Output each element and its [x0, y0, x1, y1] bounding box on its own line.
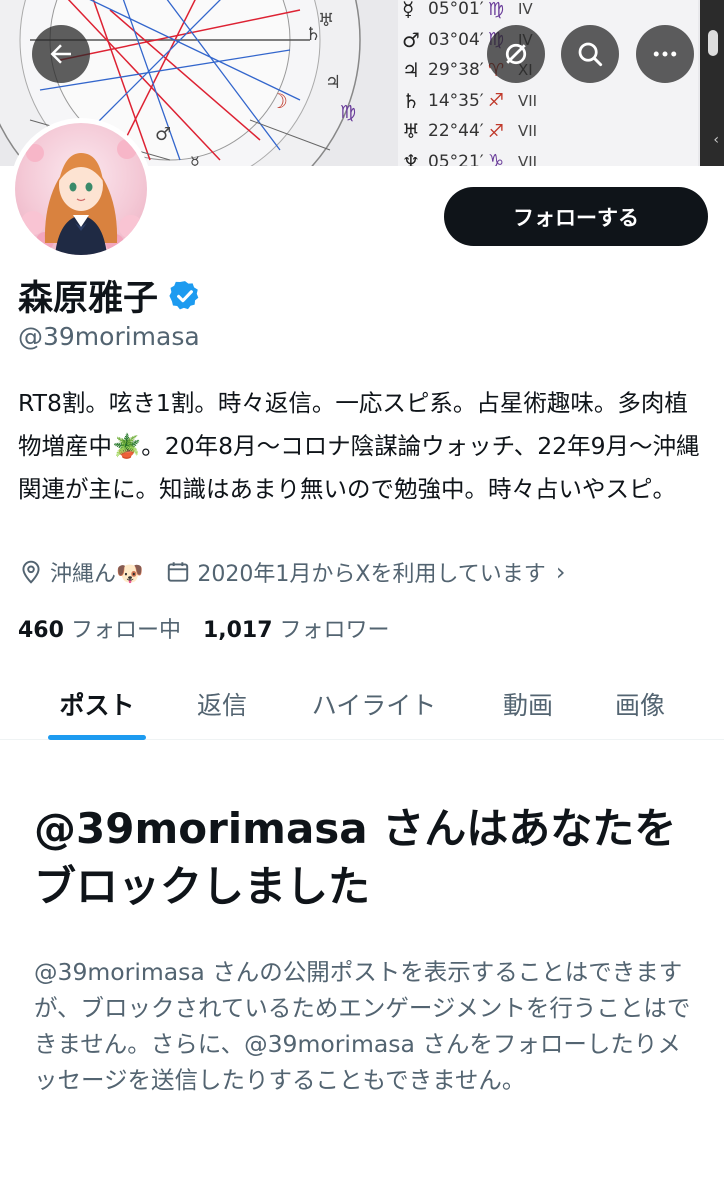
planet-symbol: ♅ — [402, 119, 420, 144]
planet-degree: 05°21′ — [428, 151, 484, 166]
planet-house: VII — [518, 152, 538, 166]
planet-degree: 14°35′ — [428, 90, 484, 111]
planet-degree: 29°38′ — [428, 60, 484, 81]
tab-label: 動画 — [502, 691, 553, 720]
following-count: 460 — [18, 618, 64, 643]
following-link[interactable]: 460 フォロー中 — [18, 612, 181, 644]
user-handle: @39morimasa — [18, 322, 200, 351]
planet-degree: 05°01′ — [428, 0, 484, 20]
profile-meta: 沖縄ん🐶 2020年1月からXを利用しています › — [18, 556, 587, 588]
chevron-right-icon: › — [555, 558, 566, 586]
tab-label: 返信 — [196, 691, 247, 720]
avatar-image — [15, 123, 147, 255]
planet-position-list: ☿05°01′♍IV♂03°04′♍IV♃29°38′♈XI♄14°35′♐VI… — [398, 0, 698, 166]
arrow-left-icon — [50, 44, 71, 64]
planet-house: VII — [518, 122, 538, 141]
search-icon — [578, 42, 603, 67]
planet-symbol: ☿ — [402, 0, 415, 22]
avatar[interactable] — [10, 118, 152, 260]
tab-videos[interactable]: 動画 — [492, 668, 564, 740]
joined-text: 2020年1月からXを利用しています — [197, 562, 546, 587]
tab-posts[interactable]: ポスト — [48, 668, 146, 740]
svg-text:☿: ☿ — [190, 153, 200, 166]
joined-item[interactable]: 2020年1月からXを利用しています › — [165, 556, 565, 588]
location-item: 沖縄ん🐶 — [18, 556, 143, 588]
location-text: 沖縄ん🐶 — [50, 562, 144, 587]
display-name: 森原雅子 — [18, 279, 159, 319]
calendar-icon — [168, 562, 189, 582]
tab-highlights[interactable]: ハイライト — [300, 668, 448, 740]
location-pin-icon — [22, 560, 40, 584]
more-icon — [653, 51, 677, 57]
profile-bio: RT8割。呟き1割。時々返信。一応スピ系。占星術趣味。多肉植物増産中🪴。20年8… — [18, 389, 700, 503]
planet-row: ♅ 22°44′ ♐ VII — [402, 116, 698, 147]
svg-text:♂: ♂ — [155, 124, 171, 145]
svg-text:♄: ♄ — [305, 24, 321, 45]
tab-label: ハイライト — [311, 691, 437, 720]
follow-button[interactable]: フォローする — [444, 187, 708, 246]
follow-stats: 460 フォロー中 1,017 フォロワー — [18, 612, 390, 644]
following-label: フォロー中 — [70, 618, 181, 643]
planet-symbol: ♆ — [402, 149, 420, 166]
zodiac-sign: ♑ — [488, 151, 505, 166]
side-panel-handle[interactable] — [708, 30, 718, 56]
tab-label: 画像 — [614, 691, 665, 720]
tab-label: ポスト — [59, 691, 135, 720]
display-name-row: 森原雅子 — [18, 270, 202, 321]
planet-symbol: ♄ — [402, 88, 420, 113]
svg-text:♍: ♍ — [340, 102, 356, 123]
planet-row: ♄ 14°35′ ♐ VII — [402, 86, 698, 117]
profile-tabs: ポスト 返信 ハイライト 動画 画像 — [0, 668, 724, 740]
more-button[interactable] — [636, 25, 694, 83]
zodiac-sign: ♐ — [488, 120, 505, 142]
planet-degree: 03°04′ — [428, 29, 484, 50]
zodiac-sign: ♍ — [488, 0, 505, 20]
planet-symbol: ♂ — [402, 27, 420, 52]
planet-symbol: ♃ — [402, 58, 420, 83]
verified-badge-icon[interactable] — [168, 279, 202, 313]
search-button[interactable] — [561, 25, 619, 83]
back-button[interactable] — [32, 25, 90, 83]
active-tab-indicator — [48, 735, 146, 740]
followers-label: フォロワー — [279, 618, 390, 643]
zodiac-sign: ♐ — [488, 90, 505, 112]
planet-row: ♆ 05°21′ ♑ VII — [402, 147, 698, 166]
planet-row: ☿ 05°01′ ♍ IV — [402, 0, 698, 25]
planet-degree: 22°44′ — [428, 121, 484, 142]
planet-house: VII — [518, 91, 538, 110]
side-panel-edge[interactable]: ‹ — [700, 0, 724, 166]
svg-text:☽: ☽ — [270, 89, 288, 113]
tab-images[interactable]: 画像 — [604, 668, 676, 740]
blocked-title: @39morimasa さんはあなたをブロックしました — [34, 804, 677, 911]
tab-replies[interactable]: 返信 — [186, 668, 258, 740]
followers-link[interactable]: 1,017 フォロワー — [203, 612, 390, 644]
planet-house: IV — [518, 0, 533, 19]
followers-count: 1,017 — [202, 618, 273, 643]
refresh-icon — [505, 43, 527, 65]
refresh-button[interactable] — [487, 25, 545, 83]
svg-text:♃: ♃ — [325, 72, 341, 93]
blocked-description: @39morimasa さんの公開ポストを表示することはできますが、ブロックされ… — [34, 958, 691, 1094]
chevron-left-icon[interactable]: ‹ — [713, 132, 719, 148]
